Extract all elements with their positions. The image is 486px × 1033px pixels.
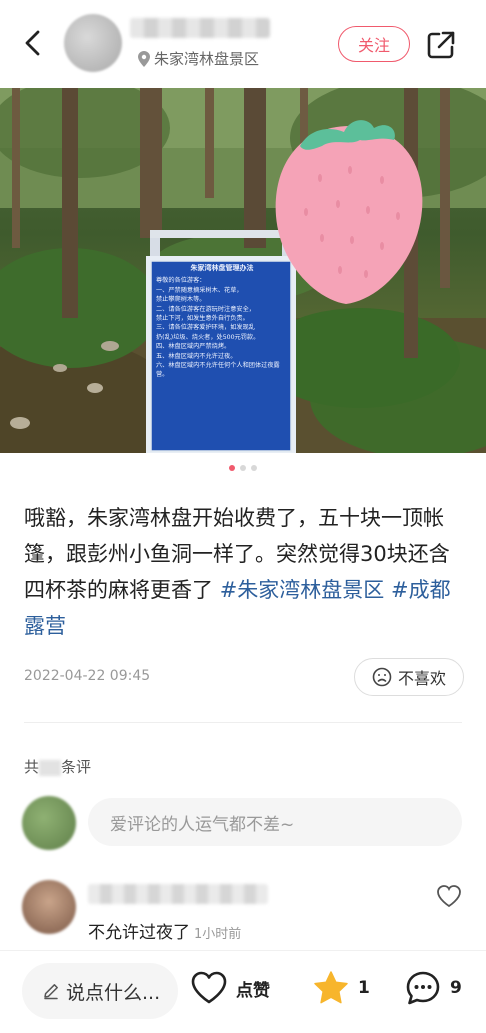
comment-bubble-icon: [406, 971, 440, 1005]
pager-dot: [240, 465, 246, 471]
comment-total: 9: [450, 978, 462, 998]
comment-button[interactable]: 9: [404, 969, 462, 1007]
comment-text: 不允许过夜了: [88, 923, 190, 943]
collect-count: 1: [358, 978, 370, 998]
pager-dot-active: [229, 465, 235, 471]
dislike-button[interactable]: 不喜欢: [354, 658, 464, 696]
comment-like-heart-icon[interactable]: [436, 884, 462, 908]
author-avatar[interactable]: [64, 14, 122, 72]
dislike-label: 不喜欢: [397, 669, 446, 688]
post-photo[interactable]: 朱家湾林盘管理办法 尊敬的各位游客： 一、严禁随意摘采树木、花草， 禁止攀爬树木…: [0, 88, 486, 453]
location-label: 朱家湾林盘景区: [154, 50, 260, 68]
pager-dot: [251, 465, 257, 471]
comment-item[interactable]: 不允许过夜了 1小时前: [88, 918, 241, 943]
collect-button[interactable]: 1: [312, 969, 370, 1007]
my-avatar: [22, 796, 76, 850]
frown-face-icon: [372, 667, 392, 687]
top-header: 朱家湾林盘景区 关注: [0, 0, 486, 88]
like-button[interactable]: 点赞: [190, 969, 270, 1007]
post-content: 哦豁，朱家湾林盘开始收费了，五十块一顶帐篷，跟彭州小鱼洞一样了。突然觉得30块还…: [24, 500, 464, 644]
bottom-action-bar: 说点什么... 点赞 1 9: [0, 950, 486, 1033]
comment-count-prefix: 共: [24, 758, 40, 776]
comment-time: 1小时前: [194, 927, 242, 942]
share-icon[interactable]: [424, 28, 458, 62]
comment-input[interactable]: 爱评论的人运气都不差~: [88, 798, 462, 846]
location-tag[interactable]: 朱家湾林盘景区: [138, 48, 259, 69]
post-date: 2022-04-22 09:45: [24, 668, 151, 684]
location-pin-icon: [138, 50, 150, 67]
heart-icon: [191, 971, 227, 1004]
say-placeholder: 说点什么...: [66, 981, 161, 1004]
follow-button[interactable]: 关注: [338, 26, 410, 62]
image-pager: [0, 465, 486, 471]
divider: [24, 722, 462, 723]
back-arrow-icon[interactable]: [18, 28, 48, 58]
commenter-name-redacted[interactable]: [88, 884, 268, 904]
comment-count-suffix: 条评: [61, 758, 92, 776]
comment-count-redacted: [39, 759, 62, 776]
pen-icon: [44, 984, 58, 1000]
star-icon: [314, 971, 348, 1004]
hashtag[interactable]: #朱家湾林盘景区: [220, 578, 385, 602]
say-something-input[interactable]: 说点什么...: [22, 963, 178, 1019]
author-name-redacted[interactable]: [130, 18, 270, 38]
commenter-avatar[interactable]: [22, 880, 76, 934]
strawberry-sticker-icon: [275, 120, 423, 304]
comment-count: 共 条评: [24, 756, 91, 777]
like-label: 点赞: [236, 980, 270, 1001]
